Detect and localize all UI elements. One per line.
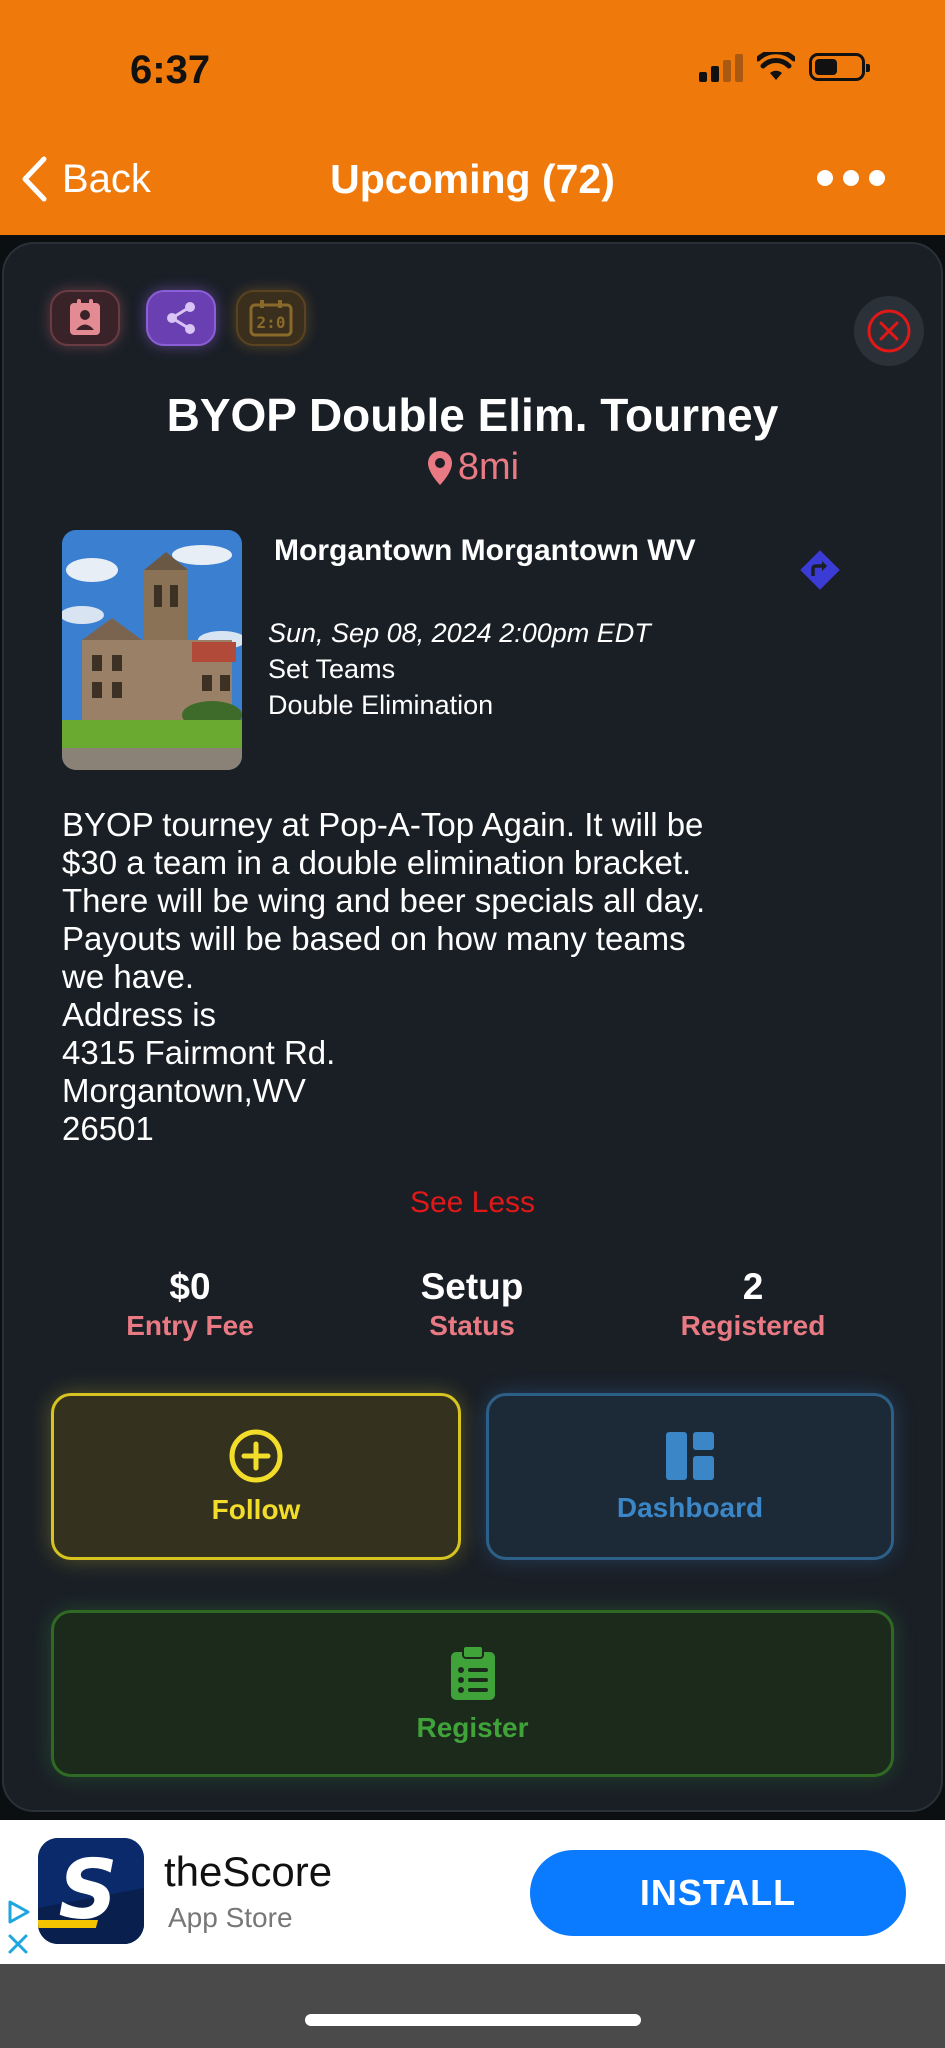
description-line: BYOP tourney at Pop-A-Top Again. It will…	[62, 806, 704, 843]
clipboard-icon	[450, 1644, 495, 1700]
follow-button[interactable]: Follow	[51, 1393, 461, 1560]
follow-label: Follow	[211, 1493, 301, 1525]
description-line: $30 a team in a double elimination brack…	[62, 844, 692, 881]
home-indicator[interactable]	[305, 2014, 641, 2026]
contact-card-icon	[70, 299, 100, 335]
home-area	[0, 1964, 945, 2048]
bracket-format: Double Elimination	[268, 690, 494, 720]
register-button[interactable]: Register	[51, 1610, 894, 1777]
description-line: There will be wing and beer specials all…	[62, 882, 706, 919]
register-label: Register	[416, 1711, 529, 1743]
battery-icon	[809, 53, 870, 81]
description-line: we have.	[62, 958, 195, 995]
dot	[869, 170, 885, 186]
event-description: BYOP tourney at Pop-A-Top Again. It will…	[62, 806, 882, 1148]
venue-name: Morgantown Morgantown WV	[274, 534, 696, 567]
description-line: Address is	[62, 996, 217, 1033]
venue-photo	[62, 530, 242, 770]
dashboard-icon	[666, 1431, 714, 1480]
status-stat: Setup Status	[342, 1266, 602, 1342]
ad-app-logo: S	[38, 1838, 144, 1944]
directions-button[interactable]	[798, 548, 842, 597]
registered-label: Registered	[680, 1310, 826, 1341]
share-button[interactable]	[146, 290, 216, 346]
event-title: BYOP Double Elim. Tourney	[166, 389, 779, 441]
ad-app-name: theScore	[164, 1848, 333, 1895]
description-line: 26501	[62, 1110, 154, 1147]
entry-fee-stat: $0 Entry Fee	[60, 1266, 320, 1342]
install-button[interactable]: INSTALL	[530, 1850, 906, 1936]
contact-button[interactable]	[50, 290, 120, 346]
dashboard-label: Dashboard	[616, 1491, 764, 1523]
plus-circle-icon	[229, 1429, 283, 1482]
chevron-left-icon	[22, 156, 47, 202]
ad-choices-icon[interactable]	[6, 1898, 34, 1958]
back-label: Back	[62, 156, 151, 201]
close-icon	[867, 309, 911, 353]
status-time: 6:37	[130, 48, 211, 92]
svg-text:2:0: 2:0	[257, 313, 286, 332]
directions-icon	[800, 550, 840, 590]
top-bar: 6:37 Back Upcoming (72)	[0, 0, 945, 235]
back-button[interactable]: Back	[20, 156, 151, 202]
registered-stat: 2 Registered	[623, 1266, 883, 1342]
wifi-icon	[757, 52, 795, 80]
distance-label: 8mi	[457, 446, 520, 488]
ad-store-label: App Store	[168, 1902, 293, 1933]
dot	[817, 170, 833, 186]
scoreboard-button[interactable]: 2:0	[236, 290, 306, 346]
description-line: Payouts will be based on how many teams	[62, 920, 686, 957]
entry-fee-label: Entry Fee	[126, 1310, 254, 1341]
status-icons	[699, 52, 870, 82]
share-icon	[167, 302, 195, 334]
description-line: Morgantown,WV	[62, 1072, 306, 1109]
entry-fee-value: $0	[169, 1266, 211, 1307]
close-button[interactable]	[854, 296, 924, 366]
see-less-link[interactable]: See Less	[0, 1186, 945, 1220]
location-pin-icon	[427, 450, 452, 485]
event-distance: 8mi	[0, 446, 945, 489]
team-format: Set Teams	[268, 654, 396, 684]
registered-value: 2	[742, 1266, 764, 1307]
event-date: Sun, Sep 08, 2024 2:00pm EDT	[268, 618, 651, 648]
description-line: 4315 Fairmont Rd.	[62, 1034, 336, 1071]
more-options-button[interactable]	[817, 170, 885, 186]
ad-banner[interactable]: S theScore App Store INSTALL	[0, 1820, 945, 1964]
dashboard-button[interactable]: Dashboard	[486, 1393, 894, 1560]
status-label: Status	[429, 1310, 515, 1341]
dot	[843, 170, 859, 186]
cellular-signal-icon	[699, 52, 743, 82]
scoreboard-icon: 2:0	[249, 300, 293, 337]
status-value: Setup	[420, 1266, 524, 1307]
